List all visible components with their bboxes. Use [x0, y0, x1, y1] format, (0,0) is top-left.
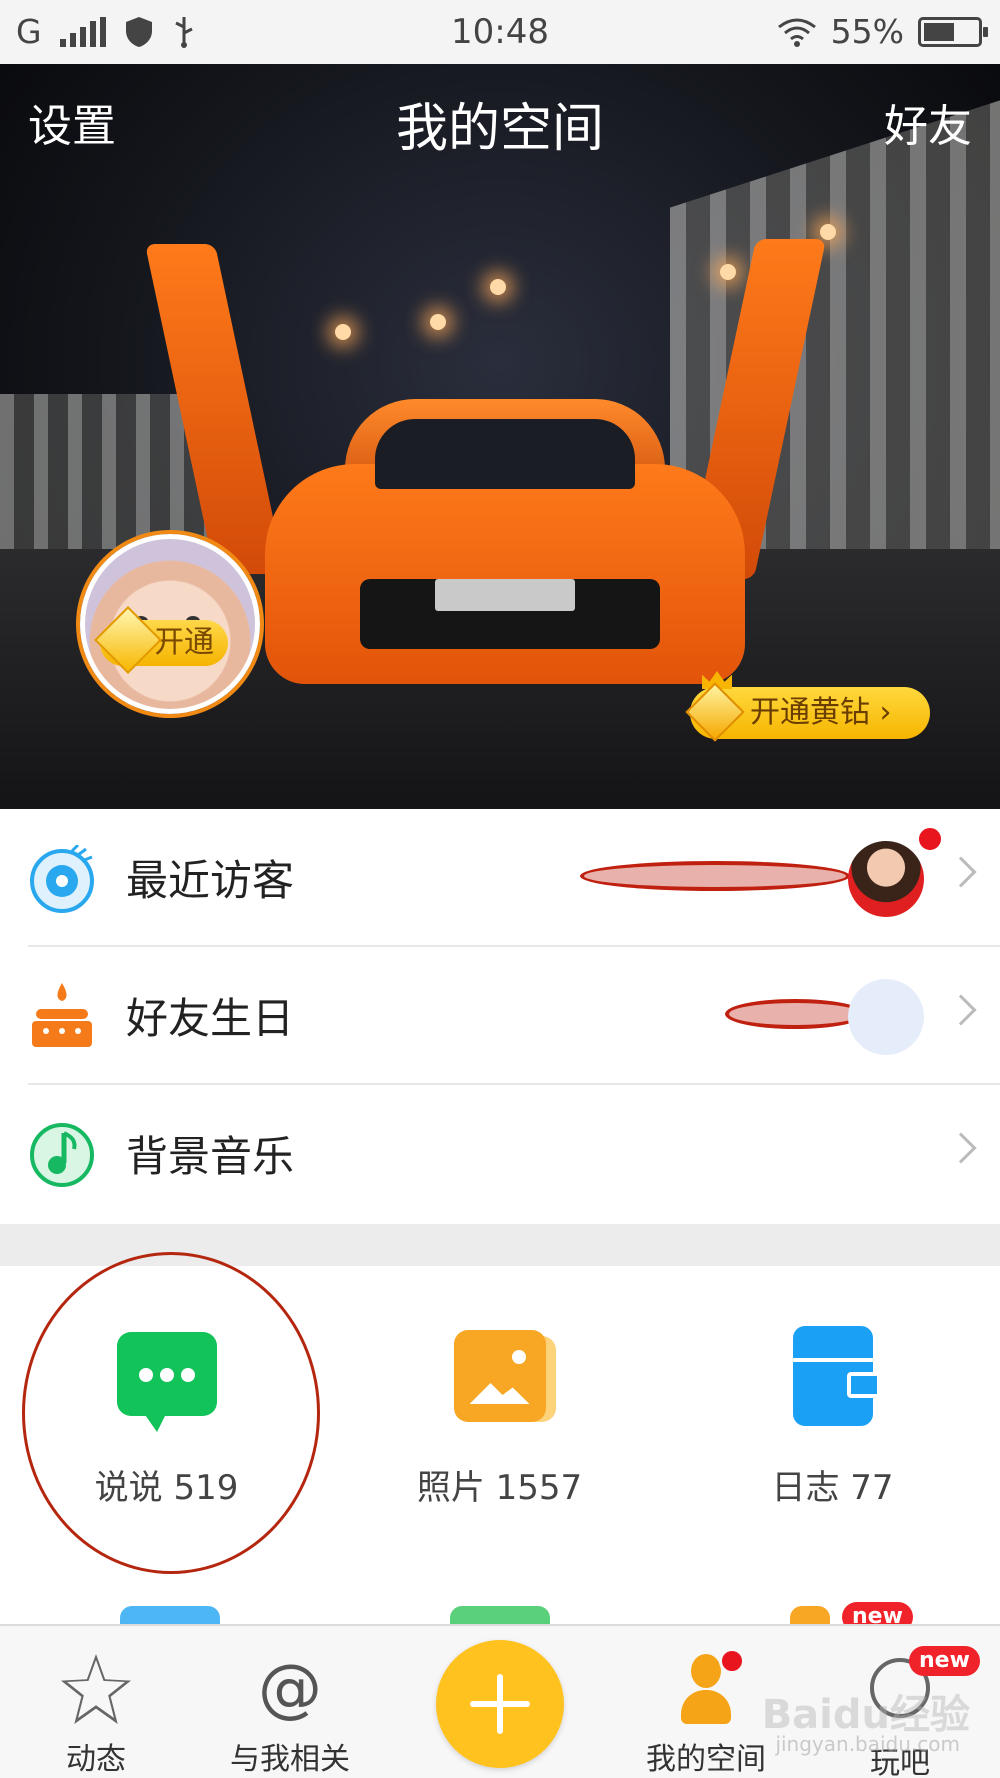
tab-label: 我的空间 [646, 1742, 766, 1777]
menu-label: 最近访客 [126, 856, 295, 905]
tab-label: 动态 [66, 1742, 126, 1777]
grid-item-diary[interactable]: 日志 77 [666, 1326, 999, 1509]
visitor-avatar [848, 841, 924, 917]
menu-item-friend-birthday[interactable]: 好友生日 [0, 947, 1000, 1085]
menu-label: 背景音乐 [126, 1132, 295, 1181]
top-nav: 设置 我的空间 好友 [0, 90, 1000, 160]
status-right: 55% [777, 12, 988, 51]
eye-icon [30, 845, 94, 913]
at-icon: @ [258, 1652, 322, 1726]
redaction-scribble [725, 999, 865, 1029]
grid-item-photos[interactable]: 照片 1557 [333, 1326, 666, 1509]
notification-dot [916, 825, 944, 853]
battery-icon [918, 16, 988, 47]
grid-label: 日志 77 [771, 1468, 894, 1508]
crown-diamond-icon [684, 671, 746, 742]
redaction-scribble [580, 861, 850, 891]
watermark-url: jingyan.baidu.com [775, 1732, 960, 1756]
open-vip-badge[interactable]: 开通 [94, 606, 228, 674]
menu-list: 最近访客 好友生日 背景音乐 [0, 809, 1000, 1223]
qzone-avatar [848, 979, 924, 1055]
cake-icon [32, 983, 92, 1047]
battery-percent: 55% [830, 12, 904, 51]
tab-feed[interactable]: 动态 [16, 1654, 176, 1778]
highlight-circle-annotation [22, 1252, 320, 1574]
photo-icon [450, 1326, 556, 1426]
cover-image[interactable]: 设置 我的空间 好友 开通 开通黄钻 › [0, 64, 1000, 809]
chevron-right-icon [945, 856, 977, 888]
grid-label: 照片 1557 [416, 1468, 583, 1508]
car-illustration [265, 464, 745, 684]
open-yellow-diamond-button[interactable]: 开通黄钻 › [685, 671, 930, 742]
star-icon [61, 1654, 131, 1724]
bottom-tab-bar: 动态 @ 与我相关 我的空间 new 玩吧 Baidu经验 jingyan.ba… [0, 1624, 1000, 1778]
music-note-icon [30, 1123, 94, 1187]
page-title: 我的空间 [395, 99, 604, 159]
tab-related[interactable]: @ 与我相关 [210, 1654, 370, 1778]
vip-button-label: 开通黄钻 › [750, 695, 892, 730]
menu-item-recent-visitors[interactable]: 最近访客 [0, 809, 1000, 947]
tab-label: 与我相关 [230, 1742, 350, 1777]
plus-icon[interactable] [436, 1640, 564, 1768]
chevron-right-icon [945, 1132, 977, 1164]
menu-label: 好友生日 [126, 994, 295, 1043]
new-badge: new [909, 1646, 980, 1676]
notification-dot [719, 1648, 745, 1674]
open-badge-label: 开通 [154, 625, 214, 660]
wifi-icon [777, 18, 816, 47]
person-icon [671, 1648, 745, 1724]
status-bar: G 10:48 55% [0, 0, 1000, 64]
chevron-right-icon [945, 994, 977, 1026]
menu-item-background-music[interactable]: 背景音乐 [0, 1085, 1000, 1223]
friends-button[interactable]: 好友 [884, 90, 972, 154]
diary-icon [783, 1326, 883, 1426]
